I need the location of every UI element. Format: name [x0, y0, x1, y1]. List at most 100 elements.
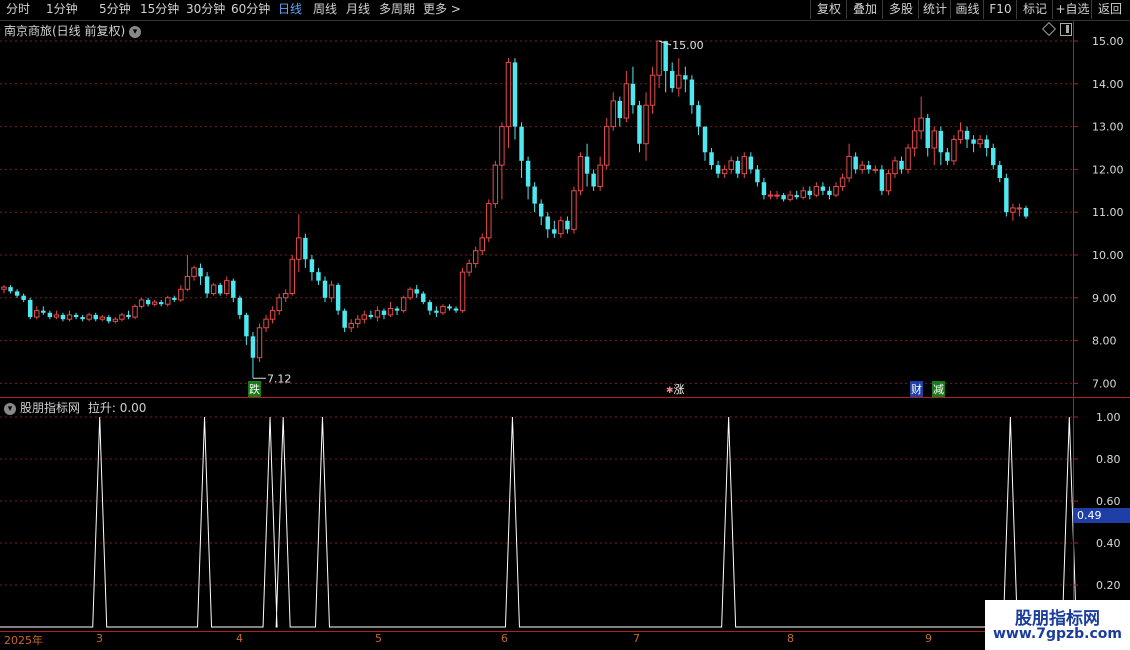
- candle: [741, 152, 748, 178]
- candle: [93, 312, 98, 322]
- candle-body: [591, 173, 596, 187]
- candle-body: [971, 139, 976, 144]
- tab-5min[interactable]: 5分钟: [99, 2, 131, 17]
- candle: [794, 190, 799, 200]
- stock-title-text: 南京商旅(日线 前复权): [4, 24, 126, 38]
- candle-body: [184, 275, 191, 290]
- chevron-down-icon[interactable]: ▾: [4, 402, 16, 415]
- candle: [715, 160, 721, 178]
- overlay-button[interactable]: 叠加: [846, 0, 883, 19]
- candle: [637, 100, 642, 153]
- candle: [709, 148, 714, 170]
- back-button[interactable]: 返回: [1091, 0, 1128, 19]
- tab-weekly[interactable]: 周线: [313, 2, 337, 17]
- tab-60min[interactable]: 60分钟: [231, 2, 270, 17]
- candle-body: [1004, 177, 1009, 213]
- candle-body: [368, 314, 374, 318]
- candle: [434, 306, 439, 318]
- candle: [971, 135, 976, 153]
- marker-finance[interactable]: 财: [910, 381, 923, 397]
- candle-body: [538, 203, 544, 217]
- candle-body: [322, 280, 328, 298]
- candle-body: [289, 258, 295, 295]
- stats-button[interactable]: 统计: [918, 0, 951, 19]
- candle-body: [1016, 207, 1023, 210]
- candle-body: [964, 130, 970, 140]
- multi-stock-button[interactable]: 多股: [882, 0, 919, 19]
- tab-multi-period[interactable]: 多周期: [379, 2, 415, 17]
- candle: [499, 122, 505, 200]
- candle: [885, 169, 892, 196]
- tab-daily[interactable]: 日线: [278, 2, 302, 17]
- candle-body: [577, 156, 584, 192]
- candle-body: [414, 289, 419, 294]
- panel-toggle-icon[interactable]: [1060, 23, 1072, 36]
- adjust-button[interactable]: 复权: [810, 0, 847, 19]
- candle-body: [86, 314, 92, 320]
- candle-body: [210, 284, 217, 295]
- candle-body: [525, 160, 531, 187]
- candle-body: [558, 220, 564, 235]
- candlestick-chart[interactable]: 15.00 14.00 13.00 12.00 11.00 10.00 9.00 8.00 7.…: [0, 21, 1130, 397]
- candle: [597, 156, 603, 191]
- candle: [1016, 203, 1023, 217]
- candle: [421, 291, 426, 305]
- watermark-logo: 股朋指标网 www.7gpzb.com: [985, 600, 1130, 650]
- add-watchlist-button[interactable]: +自选: [1052, 0, 1092, 19]
- candle-body: [761, 182, 767, 196]
- candle: [656, 40, 662, 89]
- candle: [584, 143, 590, 187]
- tab-monthly[interactable]: 月线: [346, 2, 370, 17]
- candle-body: [565, 220, 570, 230]
- candle-body: [93, 314, 98, 320]
- candle: [447, 304, 452, 311]
- candle-body: [138, 299, 145, 307]
- candle: [931, 126, 938, 166]
- candle: [617, 96, 623, 127]
- y-tick-label: 12.00: [1092, 163, 1124, 176]
- candle-body: [172, 297, 177, 300]
- chevron-down-icon[interactable]: ▾: [129, 25, 142, 38]
- candle-body: [204, 276, 210, 294]
- indicator-chart[interactable]: 1.00 0.80 0.60 0.40 0.20: [0, 398, 1130, 630]
- candle-body: [106, 317, 112, 322]
- candle-body: [53, 314, 60, 318]
- f10-button[interactable]: F10: [983, 0, 1017, 19]
- candle-body: [159, 302, 164, 305]
- draw-line-button[interactable]: 画线: [950, 0, 984, 19]
- candle: [538, 199, 544, 226]
- candle: [839, 173, 846, 191]
- candle-body: [427, 302, 433, 311]
- candle: [519, 122, 524, 178]
- mark-button[interactable]: 标记: [1016, 0, 1053, 19]
- tab-1min[interactable]: 1分钟: [46, 2, 78, 17]
- marker-rise[interactable]: ✱涨: [666, 381, 685, 397]
- marker-reduce[interactable]: 减: [932, 381, 945, 397]
- candle: [649, 66, 656, 114]
- candle: [66, 310, 73, 322]
- tab-intraday[interactable]: 分时: [6, 2, 30, 17]
- tab-more[interactable]: 更多 >: [423, 2, 461, 17]
- y-tick-label: 1.00: [1096, 411, 1121, 424]
- marker-drop[interactable]: 跌: [248, 381, 261, 397]
- candle: [571, 186, 577, 234]
- candle-body: [303, 237, 308, 260]
- candle: [827, 186, 832, 200]
- candle: [755, 165, 760, 187]
- candle-body: [1023, 207, 1029, 217]
- candle-body: [73, 314, 79, 318]
- candle-body: [643, 104, 649, 145]
- candle-body: [348, 322, 354, 329]
- candle-body: [610, 100, 616, 128]
- candle: [86, 312, 92, 322]
- candle: [126, 310, 131, 320]
- tab-15min[interactable]: 15分钟: [140, 2, 179, 17]
- candle: [8, 284, 13, 294]
- candle: [335, 282, 341, 315]
- tab-30min[interactable]: 30分钟: [186, 2, 225, 17]
- candle: [774, 190, 780, 200]
- candle: [558, 216, 564, 238]
- candle: [440, 304, 446, 315]
- candle-body: [60, 314, 66, 320]
- time-axis: 2025年 3 4 5 6 7 8 9: [0, 631, 1130, 650]
